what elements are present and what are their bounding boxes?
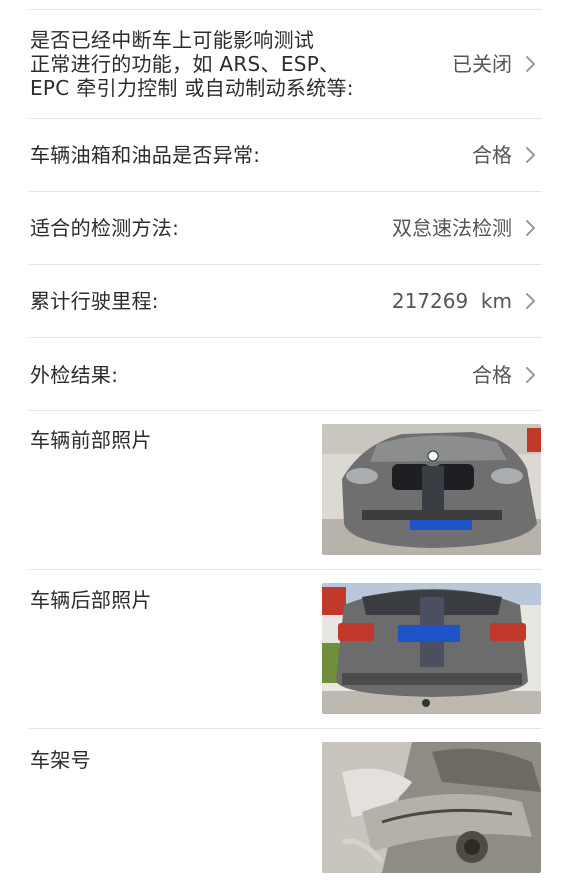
photo-label: 车辆前部照片 [30,428,152,452]
row-exterior-result[interactable]: 外检结果: 合格 [0,338,570,410]
row-value: 双怠速法检测 [392,216,512,240]
row-test-method[interactable]: 适合的检测方法: 双怠速法检测 [0,192,570,264]
row-label: 是否已经中断车上可能影响测试 正常进行的功能，如 ARS、ESP、 EPC 牵引… [30,28,354,100]
photo-row-rear: 车辆后部照片 [0,570,570,728]
photo-label: 车架号 [30,748,91,772]
row-label-line-2: 正常进行的功能，如 ARS、ESP、 [30,52,340,76]
row-function-disabled[interactable]: 是否已经中断车上可能影响测试 正常进行的功能，如 ARS、ESP、 EPC 牵引… [0,10,570,118]
chevron-right-icon [524,365,538,385]
row-value: 合格 [472,143,512,167]
photo-row-vin: 车架号 [0,729,570,883]
row-mileage[interactable]: 累计行驶里程: 217269 km [0,265,570,337]
row-label: 车辆油箱和油品是否异常: [30,143,261,167]
car-rear-photo[interactable] [322,583,541,714]
row-value: 合格 [472,363,512,387]
row-label-line-1: 是否已经中断车上可能影响测试 [30,28,315,52]
chevron-right-icon [524,145,538,165]
photo-label: 车辆后部照片 [30,588,152,612]
chevron-right-icon [524,218,538,238]
inspection-detail-list: 是否已经中断车上可能影响测试 正常进行的功能，如 ARS、ESP、 EPC 牵引… [0,0,570,883]
row-value: 已关闭 [452,52,512,76]
row-label: 外检结果: [30,363,119,387]
row-value: 217269 km [391,289,512,313]
row-label: 累计行驶里程: [30,289,159,313]
car-front-photo[interactable] [322,424,541,555]
photo-row-front: 车辆前部照片 [0,411,570,569]
chevron-right-icon [524,291,538,311]
chevron-right-icon [524,54,538,74]
vin-engine-photo[interactable] [322,742,541,873]
row-label-line-3: EPC 牵引力控制 或自动制动系统等: [30,76,354,100]
row-label: 适合的检测方法: [30,216,180,240]
row-fuel-check[interactable]: 车辆油箱和油品是否异常: 合格 [0,119,570,191]
